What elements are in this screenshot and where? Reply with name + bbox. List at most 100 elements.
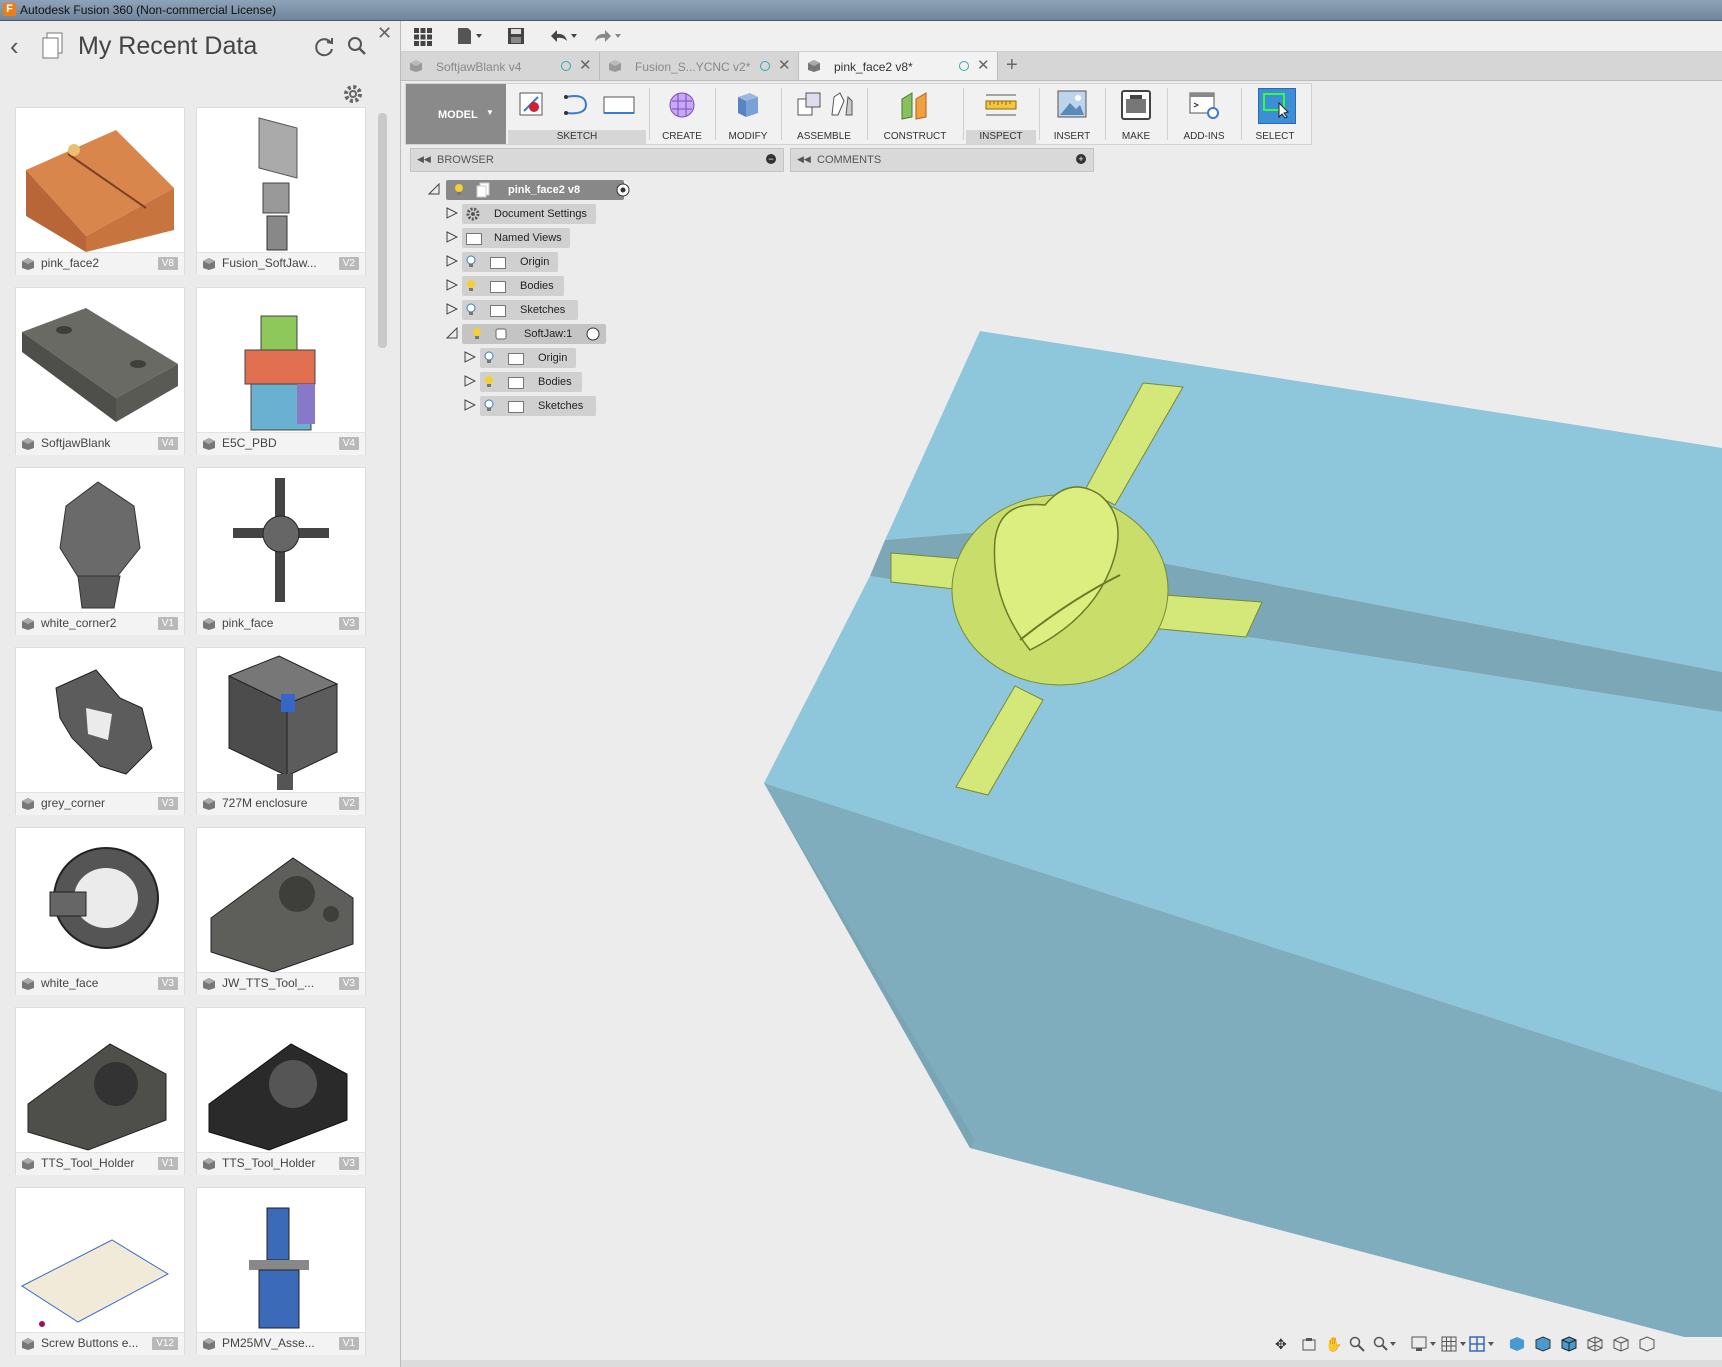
sync-status-icon [760, 61, 770, 71]
close-tab-icon[interactable]: ✕ [778, 56, 791, 74]
toolbar-modify[interactable]: MODIFY [718, 84, 778, 144]
data-item-card[interactable]: SoftjawBlank V4 [15, 287, 185, 455]
design-cube-icon [22, 798, 34, 810]
item-name: Screw Buttons e... [41, 1336, 139, 1350]
version-badge: V3 [157, 977, 178, 990]
toolbar-add-ins[interactable]: ADD-INS [1170, 84, 1238, 144]
new-tab-icon[interactable]: + [1006, 54, 1018, 77]
version-badge: V3 [338, 977, 359, 990]
grid-settings-icon[interactable] [1441, 1336, 1467, 1352]
toolbar-construct[interactable]: CONSTRUCT [870, 84, 960, 144]
look-at-icon[interactable] [1301, 1336, 1317, 1352]
assemble-icon [797, 92, 853, 116]
data-item-card[interactable]: grey_corner V3 [15, 647, 185, 815]
data-item-card[interactable]: white_corner2 V1 [15, 467, 185, 635]
data-item-card[interactable]: E5C_PBD V4 [196, 287, 366, 455]
thumbnail [233, 478, 329, 602]
zoom-icon[interactable] [1349, 1336, 1365, 1352]
fit-icon[interactable] [1373, 1336, 1397, 1352]
data-item-card[interactable]: TTS_Tool_Holder V3 [196, 1007, 366, 1175]
document-tabs: SoftjawBlank v4 ✕ Fusion_S...YCNC v2* ✕ … [401, 52, 1722, 81]
toolbar-inspect[interactable]: INSPECT [966, 84, 1036, 144]
tab-pink-face2[interactable]: pink_face2 v8* ✕ [799, 52, 998, 80]
item-name: white_corner2 [41, 616, 117, 630]
collapse-icon[interactable]: ◀◀ [417, 154, 431, 165]
quick-access-bar [401, 21, 1722, 52]
design-cube-icon [203, 978, 215, 990]
data-panel-title: My Recent Data [78, 32, 258, 60]
data-item-card[interactable]: Screw Buttons e... V12 [15, 1187, 185, 1355]
design-cube-icon [22, 438, 34, 450]
wireframe-icon[interactable] [1587, 1336, 1603, 1352]
orbit-icon[interactable]: ✥ [1275, 1336, 1291, 1352]
tab-label: SoftjawBlank v4 [436, 60, 522, 74]
design-cube-icon [22, 1338, 34, 1350]
version-badge: V2 [338, 797, 359, 810]
wireframe-hidden-icon[interactable] [1613, 1336, 1629, 1352]
data-item-card[interactable]: PM25MV_Asse... V1 [196, 1187, 366, 1355]
file-menu-icon[interactable] [456, 27, 484, 45]
toolbar-select[interactable]: SELECT [1244, 84, 1306, 144]
visual-style-hidden-icon[interactable] [1561, 1336, 1577, 1352]
browser-panel-header[interactable]: ◀◀ BROWSER − [410, 148, 784, 172]
item-name: JW_TTS_Tool_... [222, 976, 315, 990]
create-icon [669, 92, 695, 118]
tab-softjawblank[interactable]: SoftjawBlank v4 ✕ [401, 52, 600, 80]
sketch-icons [519, 92, 635, 116]
close-panel-icon[interactable]: ✕ [377, 23, 392, 44]
toolbar-assemble[interactable]: ASSEMBLE [784, 84, 864, 144]
search-icon[interactable] [346, 35, 368, 57]
save-icon[interactable] [507, 27, 525, 45]
data-panel-grid-icon[interactable] [414, 28, 432, 46]
minimize-icon[interactable]: − [766, 154, 776, 164]
thumbnail [59, 481, 141, 609]
insert-label: INSERT [1053, 131, 1091, 142]
create-label: CREATE [662, 131, 702, 142]
data-item-card[interactable]: 727M enclosure V2 [196, 647, 366, 815]
gear-icon[interactable] [342, 83, 364, 105]
back-icon[interactable]: ‹ [10, 33, 19, 59]
data-item-card[interactable]: TTS_Tool_Holder V1 [15, 1007, 185, 1175]
data-panel-scrollbar[interactable] [378, 113, 387, 348]
pan-hand-icon[interactable]: ✋ [1325, 1336, 1342, 1352]
model-viewport[interactable] [401, 172, 1722, 1337]
close-tab-icon[interactable]: ✕ [579, 56, 592, 74]
tab-label: pink_face2 v8* [834, 60, 913, 74]
undo-icon[interactable] [547, 27, 579, 45]
visual-style-shaded-icon[interactable] [1509, 1336, 1525, 1352]
item-name: TTS_Tool_Holder [222, 1156, 316, 1170]
workspace-switcher[interactable]: MODEL ▼ [406, 84, 506, 144]
collapse-icon[interactable]: ◀◀ [797, 154, 811, 165]
viewports-icon[interactable] [1469, 1336, 1495, 1352]
navigation-bar: ✥ ✋ [1273, 1332, 1718, 1358]
design-cube-icon [609, 60, 621, 72]
toolbar: MODEL ▼ SKETCH CREATE MODIFY ASSEMBLE CO… [405, 83, 1312, 145]
thumbnail [208, 1043, 348, 1151]
toolbar-insert[interactable]: INSERT [1042, 84, 1102, 144]
item-name: white_face [41, 976, 99, 990]
toolbar-make[interactable]: MAKE [1108, 84, 1164, 144]
data-item-card[interactable]: pink_face V3 [196, 467, 366, 635]
data-item-card[interactable]: white_face V3 [15, 827, 185, 995]
toolbar-sketch[interactable]: SKETCH [508, 84, 646, 144]
display-settings-icon[interactable] [1411, 1336, 1437, 1352]
data-item-card[interactable]: pink_face2 V8 [15, 107, 185, 275]
visual-style-edges-icon[interactable] [1535, 1336, 1551, 1352]
tab-fusion-softjaw[interactable]: Fusion_S...YCNC v2* ✕ [600, 52, 799, 80]
version-badge: V12 [152, 1337, 178, 1350]
data-item-card[interactable]: Fusion_SoftJaw... V2 [196, 107, 366, 275]
data-item-card[interactable]: JW_TTS_Tool_... V3 [196, 827, 366, 995]
refresh-icon[interactable] [312, 35, 336, 59]
project-document-icon [42, 32, 63, 59]
comments-panel-header[interactable]: ◀◀ COMMENTS + [790, 148, 1094, 172]
wireframe-visible-icon[interactable] [1639, 1336, 1655, 1352]
design-cube-icon [203, 618, 215, 630]
status-strip [401, 1360, 1722, 1367]
expand-icon[interactable]: + [1076, 154, 1086, 164]
version-badge: V4 [157, 437, 178, 450]
toolbar-create[interactable]: CREATE [652, 84, 712, 144]
close-tab-icon[interactable]: ✕ [977, 56, 990, 74]
add-ins-icon [1189, 92, 1219, 119]
redo-icon[interactable] [591, 27, 623, 45]
version-badge: V3 [338, 617, 359, 630]
